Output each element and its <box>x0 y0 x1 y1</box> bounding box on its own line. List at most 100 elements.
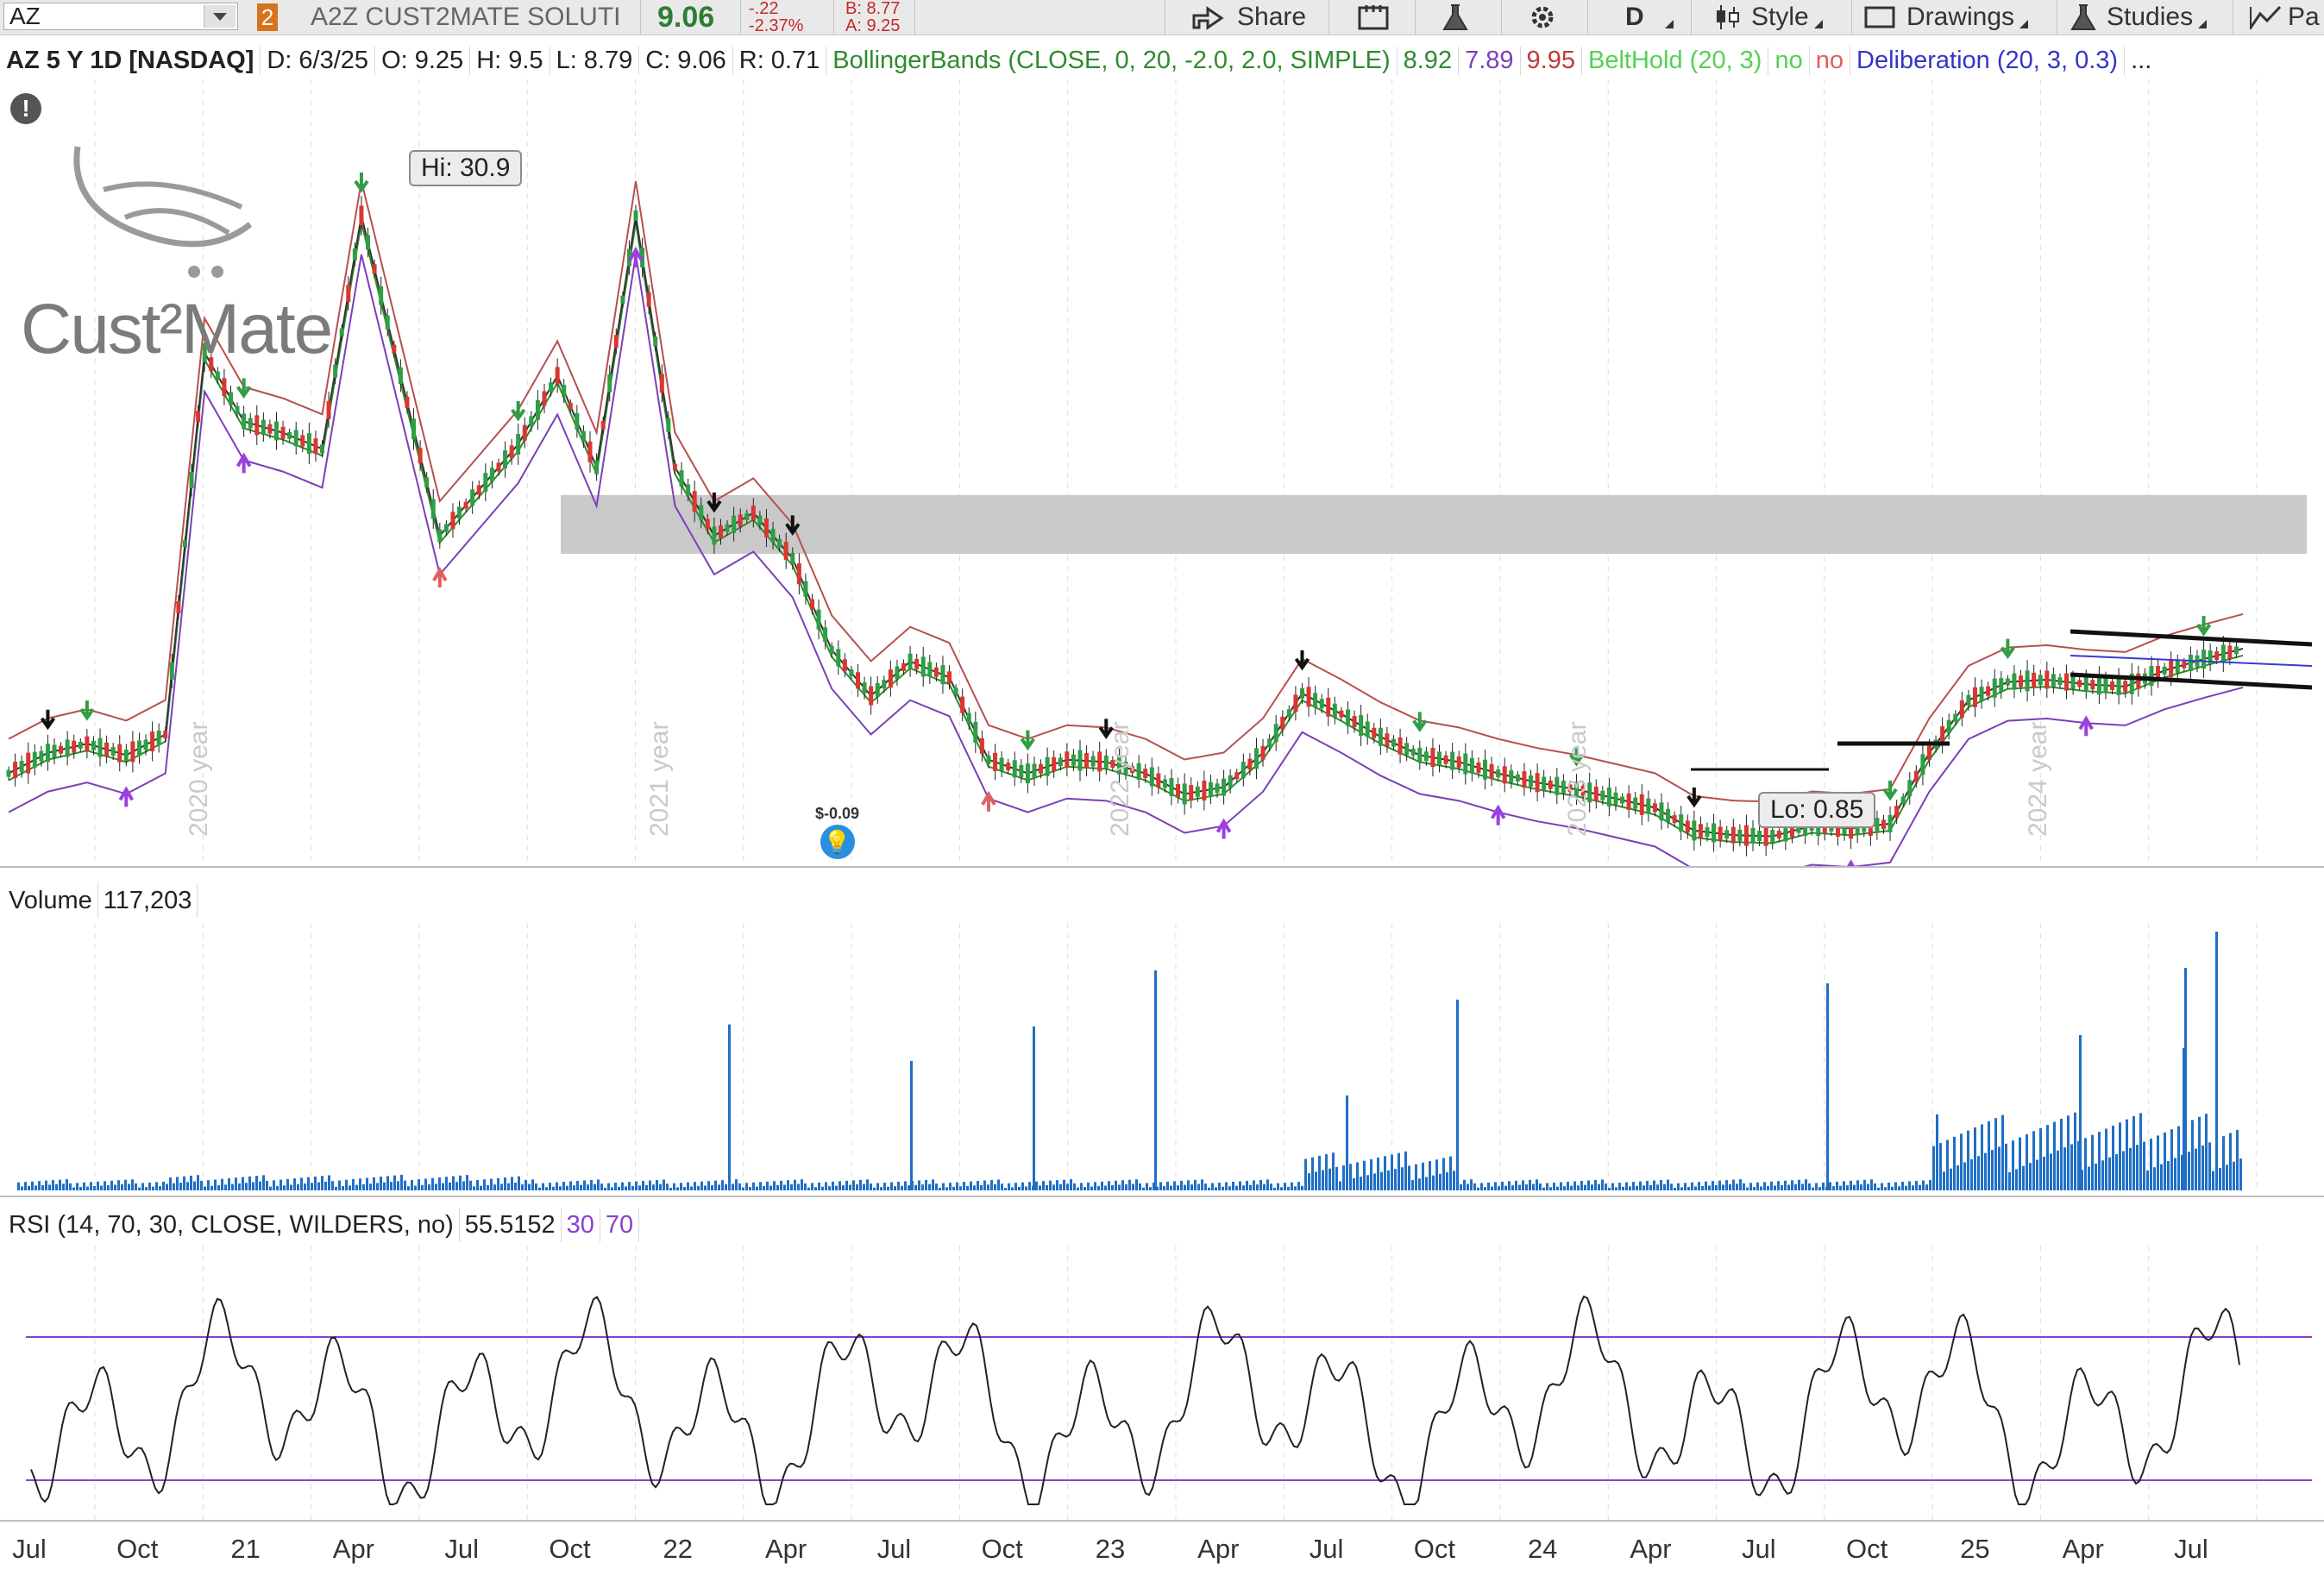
volume-bar <box>876 1183 879 1190</box>
alert-icon[interactable]: ! <box>10 93 41 124</box>
arrow-up-icon <box>1215 818 1232 839</box>
volume-bar <box>728 1024 731 1190</box>
candle-body <box>359 205 364 226</box>
candle-body <box>97 738 103 757</box>
candle-body <box>1737 829 1743 841</box>
rsi-pane[interactable] <box>0 1246 2324 1522</box>
volume-pane[interactable] <box>0 923 2324 1190</box>
price-pane[interactable] <box>0 79 2324 866</box>
volume-bar <box>2067 1115 2070 1190</box>
candle-body <box>496 462 501 472</box>
volume-bar <box>235 1177 237 1190</box>
volume-bar <box>2095 1163 2097 1190</box>
toolbar-separator <box>833 0 834 35</box>
volume-bar <box>1253 1180 1255 1190</box>
volume-bar <box>1456 999 1459 1190</box>
volume-bar <box>807 1187 810 1190</box>
volume-bar <box>1077 1187 1079 1190</box>
candle-body <box>849 669 854 676</box>
volume-bar <box>887 1186 889 1190</box>
volume-bar <box>480 1185 482 1190</box>
volume-bar <box>97 1181 99 1190</box>
style-button[interactable]: Style <box>1713 0 1825 35</box>
volume-bar <box>1442 1158 1445 1190</box>
candle-body <box>568 402 573 410</box>
volume-bar <box>1149 1187 1152 1190</box>
candle-body <box>1887 814 1893 832</box>
volume-bar <box>1035 1181 1038 1190</box>
candle-body <box>725 524 730 532</box>
volume-bar <box>694 1182 696 1190</box>
volume-bar <box>618 1186 620 1190</box>
volume-bar <box>1215 1187 1217 1190</box>
pane-divider[interactable] <box>0 1196 2324 1197</box>
volume-bar <box>255 1176 258 1190</box>
volume-bar <box>1919 1184 1921 1190</box>
belthold-label[interactable]: BeltHold (20, 3) <box>1582 46 1769 75</box>
bollinger-label[interactable]: BollingerBands (CLOSE, 0, 20, -2.0, 2.0,… <box>826 46 1398 75</box>
volume-bar <box>1132 1183 1134 1190</box>
candle-body <box>2188 655 2193 672</box>
belthold-bear: no <box>1810 46 1851 75</box>
volume-bar <box>1460 1183 1462 1190</box>
drawings-button[interactable]: Drawings <box>1863 0 2030 35</box>
volume-bar <box>1384 1156 1386 1190</box>
candle-body <box>1378 727 1383 746</box>
volume-bar <box>2136 1145 2139 1190</box>
volume-bar <box>1515 1180 1517 1190</box>
symbol-dropdown-icon[interactable] <box>204 5 236 28</box>
candle-body <box>1090 756 1096 767</box>
candle-body <box>1659 802 1664 821</box>
volume-bar <box>1705 1181 1707 1190</box>
volume-header: Volume 117,203 <box>3 883 198 918</box>
time-axis[interactable]: Jul Oct 21 Apr Jul Oct 22 Apr Jul Oct 23 Apr Jul Oct 2… <box>0 1522 2324 1582</box>
candle-body <box>1162 779 1167 788</box>
lab-button[interactable] <box>1441 0 1470 35</box>
volume-bar <box>1339 1181 1341 1190</box>
more-indicator[interactable]: ... <box>2125 47 2158 75</box>
volume-bar <box>1708 1185 1711 1190</box>
link-group-badge[interactable]: 2 <box>257 3 278 31</box>
volume-bar <box>2139 1113 2142 1190</box>
studies-button[interactable]: Studies <box>2069 0 2208 35</box>
volume-bar <box>642 1181 644 1190</box>
earnings-marker[interactable]: $-0.09 💡 <box>815 805 859 859</box>
candle-body <box>1332 703 1337 718</box>
volume-bar <box>1694 1186 1697 1190</box>
patterns-button[interactable]: Pa <box>2248 0 2320 35</box>
candle-body <box>182 540 187 548</box>
arrow-up-icon <box>236 452 252 474</box>
share-label: Share <box>1237 3 1307 31</box>
volume-bar <box>200 1180 203 1190</box>
volume-bar <box>2043 1156 2045 1190</box>
volume-bar <box>311 1183 313 1190</box>
candle-body <box>1319 699 1324 709</box>
volume-bar <box>1301 1185 1303 1190</box>
net-change-value: -.22 <box>749 0 779 18</box>
pane-divider[interactable] <box>0 866 2324 868</box>
volume-bar <box>1636 1185 1638 1190</box>
candle-body <box>901 662 907 671</box>
volume-bar <box>107 1185 110 1190</box>
candle-body <box>1260 745 1266 760</box>
symbol-input[interactable]: AZ <box>3 3 238 30</box>
candle-body <box>1372 727 1377 738</box>
candle-body <box>718 525 723 539</box>
volume-bar <box>790 1183 793 1190</box>
volume-bar <box>1584 1184 1586 1190</box>
deliberation-label[interactable]: Deliberation (20, 3, 0.3) <box>1850 46 2126 75</box>
settings-button[interactable] <box>1527 0 1558 35</box>
candle-body <box>1025 763 1030 784</box>
net-change: -.22 -2.37% <box>749 0 803 35</box>
volume-bar <box>335 1186 337 1190</box>
volume-bar <box>597 1179 600 1190</box>
share-button[interactable]: Share <box>1190 0 1306 35</box>
volume-bar <box>1049 1180 1052 1190</box>
aggregation-button[interactable]: D <box>1625 0 1675 35</box>
top-toolbar: AZ 2 A2Z CUST2MATE SOLUTI 9.06 -.22 -2.3… <box>0 0 2324 35</box>
volume-bar <box>1073 1183 1076 1190</box>
candle-body <box>215 371 220 380</box>
notes-button[interactable] <box>1356 0 1391 35</box>
candle-body <box>522 424 527 441</box>
volume-bar <box>359 1178 361 1190</box>
